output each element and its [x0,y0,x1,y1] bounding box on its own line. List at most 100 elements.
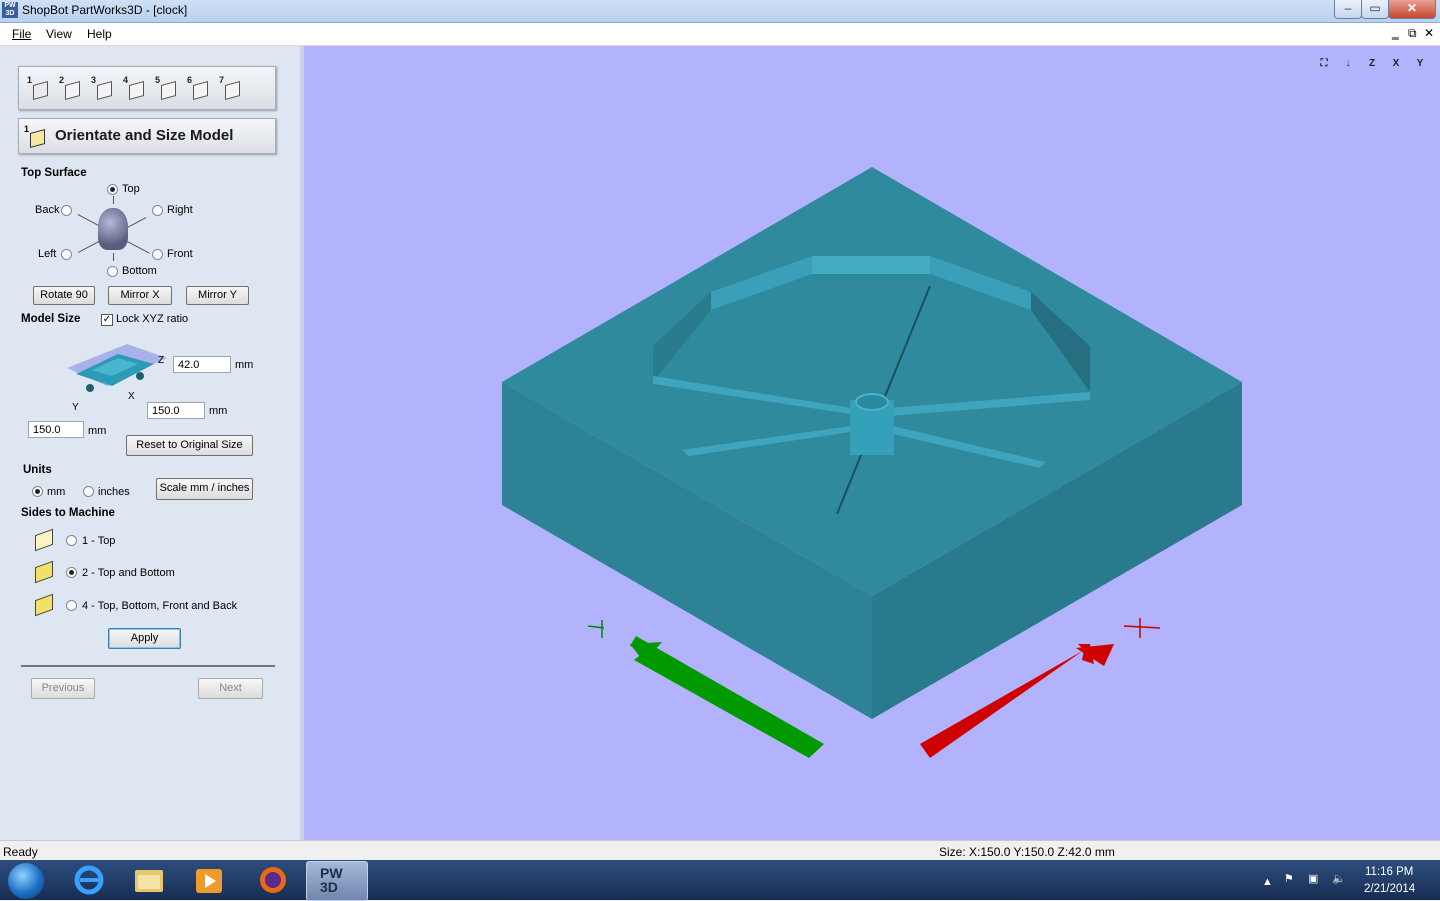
step-1-icon: 1 [24,124,45,149]
sides-2-label: 2 - Top and Bottom [82,567,175,579]
scale-units-button[interactable]: Scale mm / inches [156,478,253,500]
network-icon[interactable]: ▣ [1308,872,1318,885]
menu-help[interactable]: Help [87,27,112,41]
size-x-input[interactable]: 150.0 [147,402,205,419]
model-size-label: Model Size [21,313,81,325]
rotate-90-button[interactable]: Rotate 90 [33,286,95,305]
tray-expand-icon[interactable]: ▲ [1262,876,1273,888]
reset-size-button[interactable]: Reset to Original Size [126,435,253,456]
top-surface-left-radio[interactable] [61,249,72,260]
pocket-wall [812,256,930,274]
step-header: 1 Orientate and Size Model [18,118,276,154]
size-x-unit: mm [209,405,228,417]
top-surface-right-radio[interactable] [152,205,163,216]
top-surface-back-label: Back [35,204,60,216]
file-explorer-icon[interactable] [132,864,166,896]
left-panel: 1 2 3 4 5 6 7 1 Orientate and Size Model… [0,46,301,840]
menu-view[interactable]: View [46,27,72,41]
partworks3d-taskbar-button[interactable]: PW 3D [306,861,368,901]
next-button[interactable]: Next [198,678,263,699]
sides-2-radio[interactable] [66,567,77,578]
menu-file[interactable]: File [12,27,31,41]
iso-view-icon[interactable]: ↓ [1338,54,1358,74]
step-7-icon[interactable]: 7 [219,75,241,101]
sides-1-label: 1 - Top [82,535,116,547]
step-toolbar: 1 2 3 4 5 6 7 [18,66,276,110]
top-surface-front-radio[interactable] [152,249,163,260]
3d-viewport[interactable]: ⛶ ↓ Z X Y [304,46,1440,840]
mdi-close-button[interactable]: ✕ [1424,26,1434,40]
units-label: Units [23,464,52,476]
orient-line [113,196,114,204]
sides-1-radio[interactable] [66,535,77,546]
status-ready: Ready [3,845,38,859]
cube-four-sides-icon [35,593,53,617]
menu-bar: File View Help ‗ ⧉ ✕ [0,23,1440,46]
window-title: ShopBot PartWorks3D - [clock] [22,3,188,17]
view-y-icon[interactable]: Y [1410,54,1430,74]
units-inches-radio[interactable] [83,486,94,497]
step-2-icon[interactable]: 2 [59,75,81,101]
volume-icon[interactable]: 🔈 [1332,872,1346,885]
x-origin-marker [1123,625,1161,629]
top-surface-label: Top Surface [21,167,87,179]
axis-x-label: X [128,391,135,402]
head-model-icon [98,208,128,250]
sides-4-label: 4 - Top, Bottom, Front and Back [82,600,238,612]
mirror-x-button[interactable]: Mirror X [108,286,172,305]
action-center-flag-icon[interactable]: ⚑ [1284,872,1294,885]
zoom-extents-icon[interactable]: ⛶ [1314,54,1334,74]
taskbar-date[interactable]: 2/21/2014 [1364,883,1415,895]
size-z-input[interactable]: 42.0 [173,356,231,373]
size-y-unit: mm [88,425,107,437]
top-surface-top-label: Top [122,183,140,195]
start-button[interactable] [8,863,44,899]
car-model-icon [67,344,167,392]
taskbar: PW 3D ▲ ⚑ ▣ 🔈 [0,860,1440,901]
step-3-icon[interactable]: 3 [91,75,113,101]
divider [21,665,275,667]
lock-xyz-label: Lock XYZ ratio [116,313,189,325]
maximize-button[interactable]: ▭ [1361,0,1389,19]
axis-z-label: Z [158,355,165,366]
top-surface-right-label: Right [167,204,193,216]
size-z-unit: mm [235,359,254,371]
top-surface-back-radio[interactable] [61,205,72,216]
minimize-button[interactable]: – [1334,0,1362,19]
taskbar-time[interactable]: 11:16 PM [1365,866,1413,878]
sides-4-radio[interactable] [66,600,77,611]
lock-xyz-checkbox[interactable]: ✓ [101,314,113,326]
cube-one-side-icon [35,528,53,552]
orient-line [113,253,114,261]
units-inches-label: inches [98,486,130,498]
page-title: Orientate and Size Model [55,127,234,144]
units-mm-radio[interactable] [32,486,43,497]
media-player-icon[interactable] [192,864,226,896]
mdi-minimize-button[interactable]: ‗ [1392,26,1399,40]
previous-button[interactable]: Previous [31,678,95,699]
model-render [502,167,1242,758]
top-surface-front-label: Front [167,248,193,260]
size-y-input[interactable]: 150.0 [28,421,84,438]
internet-explorer-icon[interactable] [72,864,106,896]
units-mm-label: mm [47,486,66,498]
step-6-icon[interactable]: 6 [187,75,209,101]
view-z-icon[interactable]: Z [1362,54,1382,74]
app-orb-icon[interactable] [256,864,290,896]
apply-button[interactable]: Apply [108,628,181,649]
status-bar: Ready Size: X:150.0 Y:150.0 Z:42.0 mm [0,840,1440,861]
top-surface-bottom-label: Bottom [122,265,157,277]
app-icon: PW 3D [2,2,18,18]
close-button[interactable]: ✕ [1388,0,1436,19]
mdi-restore-button[interactable]: ⧉ [1408,26,1417,41]
step-1-icon[interactable]: 1 [27,75,49,101]
step-4-icon[interactable]: 4 [123,75,145,101]
top-surface-bottom-radio[interactable] [107,266,118,277]
cube-two-sides-icon [35,560,53,584]
sides-label: Sides to Machine [21,507,115,519]
step-5-icon[interactable]: 5 [155,75,177,101]
top-surface-top-radio[interactable] [107,184,118,195]
view-x-icon[interactable]: X [1386,54,1406,74]
status-size: Size: X:150.0 Y:150.0 Z:42.0 mm [939,845,1115,859]
mirror-y-button[interactable]: Mirror Y [186,286,249,305]
